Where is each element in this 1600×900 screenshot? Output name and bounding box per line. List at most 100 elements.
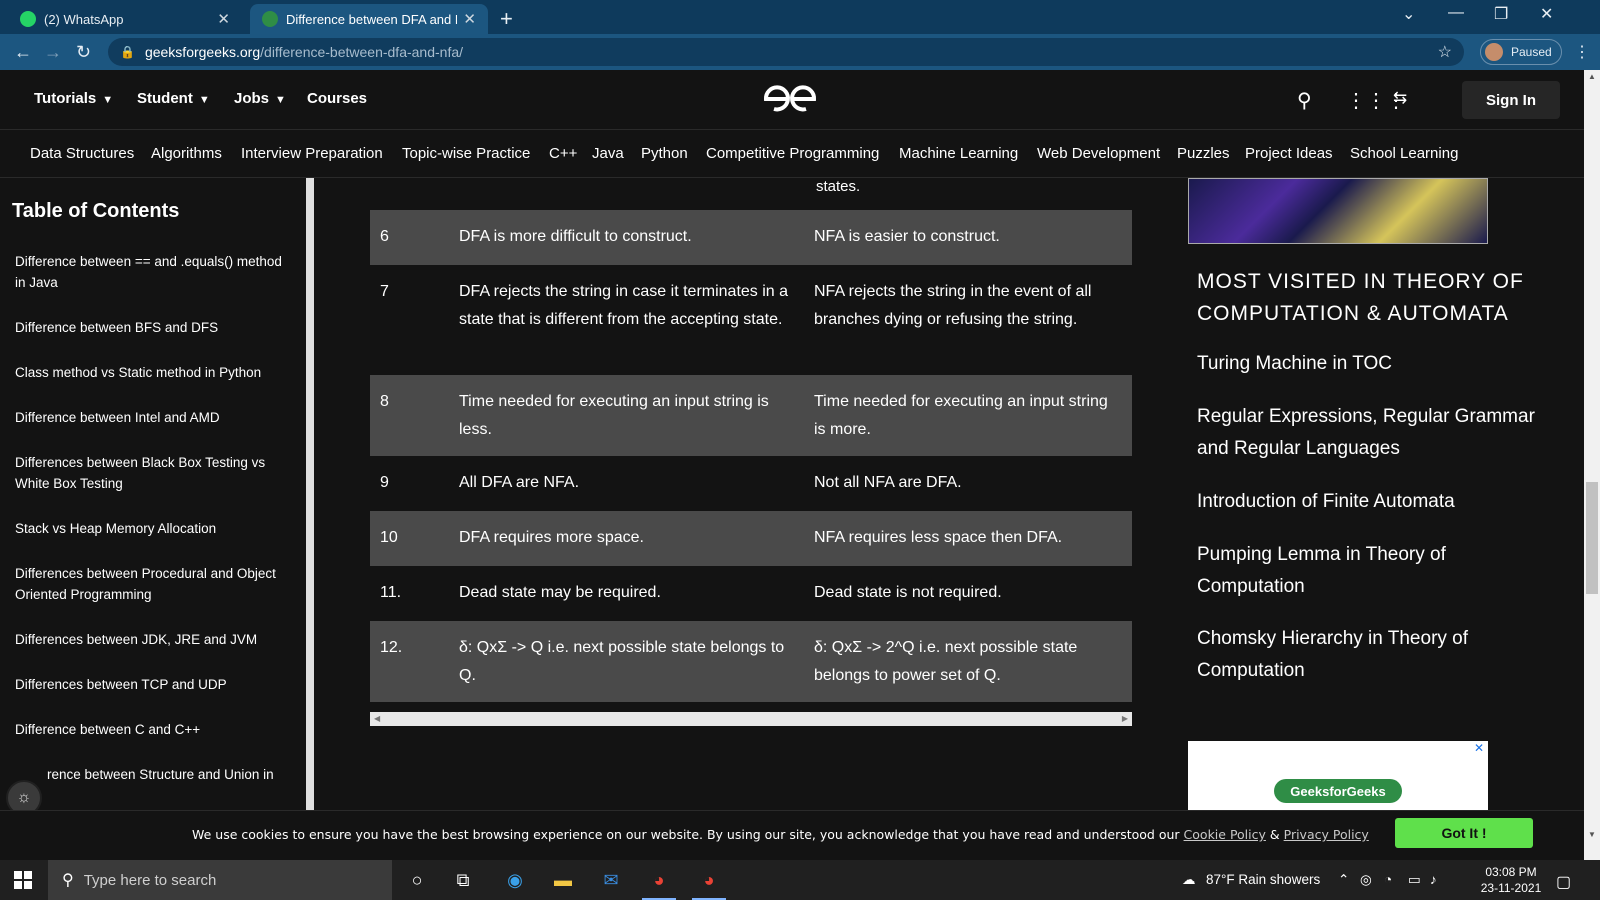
row-number: 6 (380, 228, 389, 245)
nfa-cell: NFA rejects the string in the event of a… (814, 283, 1092, 328)
avatar (1485, 43, 1503, 61)
profile-button[interactable]: Paused (1480, 39, 1562, 65)
toc-scrollbar[interactable] (306, 178, 314, 810)
toc-item[interactable]: Differences between JDK, JRE and JVM (15, 629, 285, 650)
dfa-cell: δ: QxΣ -> Q i.e. next possible state bel… (459, 639, 785, 684)
battery-icon[interactable]: ▭ (1408, 872, 1421, 888)
got-it-button[interactable]: Got It ! (1395, 818, 1533, 848)
ad-gfg-button[interactable]: GeeksforGeeks (1274, 779, 1402, 803)
close-icon[interactable]: ✕ (463, 10, 476, 28)
subnav-competitive-programming[interactable]: Competitive Programming (706, 145, 879, 162)
most-visited-link[interactable]: Turing Machine in TOC (1197, 348, 1557, 380)
file-explorer-icon[interactable]: ▬ (550, 868, 576, 892)
taskbar-search-field[interactable]: ⚲ Type here to search (48, 860, 392, 900)
tab-whatsapp[interactable]: (2) WhatsApp ✕ (8, 4, 242, 34)
subnav-data-structures[interactable]: Data Structures (30, 145, 134, 162)
row-number: 10 (380, 529, 398, 546)
toc-item[interactable]: Differences between Black Box Testing vs… (15, 452, 285, 494)
nav-student[interactable]: Student ▼ (137, 90, 210, 107)
notifications-icon[interactable]: ▢ (1556, 872, 1571, 892)
clock-date: 23-11-2021 (1480, 881, 1542, 895)
ad-close-icon[interactable]: ✕ (1474, 741, 1484, 755)
weather-status[interactable]: 87°F Rain showers (1206, 872, 1320, 887)
toc-item[interactable]: Stack vs Heap Memory Allocation (15, 518, 285, 539)
toc-item[interactable]: Difference between BFS and DFS (15, 317, 285, 338)
most-visited-link[interactable]: Regular Expressions, Regular Grammar and… (1197, 401, 1557, 465)
maximize-icon[interactable]: ❐ (1494, 4, 1508, 24)
table-horizontal-scrollbar[interactable]: ◀ ▶ (370, 712, 1132, 726)
tab-dfa-nfa[interactable]: Difference between DFA and NFA ✕ (250, 4, 488, 34)
reload-icon[interactable]: ↻ (76, 42, 91, 63)
nav-jobs[interactable]: Jobs ▼ (234, 90, 286, 107)
site-header: Tutorials ▼ Student ▼ Jobs ▼ Courses ⚲ ⋮⋮⋮ … (0, 70, 1584, 130)
most-visited-link[interactable]: Pumping Lemma in Theory of Computation (1197, 539, 1557, 603)
new-tab-icon[interactable]: + (500, 6, 513, 32)
nav-courses[interactable]: Courses (307, 90, 367, 107)
subnav-cpp[interactable]: C++ (549, 145, 577, 162)
forward-icon[interactable]: → (44, 42, 62, 63)
minimize-icon[interactable]: — (1448, 4, 1464, 22)
search-icon[interactable]: ⚲ (1297, 88, 1312, 113)
scroll-thumb[interactable] (1586, 482, 1598, 594)
system-clock[interactable]: 03:08 PM 23-11-2021 (1478, 864, 1544, 896)
toc-item[interactable]: Differences between Procedural and Objec… (15, 563, 285, 605)
chrome-icon[interactable]: ◕ (642, 868, 676, 900)
scroll-left-icon[interactable]: ◀ (374, 712, 380, 726)
nav-tutorials[interactable]: Tutorials ▼ (34, 90, 113, 107)
privacy-policy-link[interactable]: Privacy Policy (1284, 827, 1369, 842)
edge-icon[interactable]: ◉ (502, 868, 528, 892)
scroll-up-icon[interactable]: ▲ (1588, 72, 1596, 81)
window-close-icon[interactable]: ✕ (1540, 4, 1553, 24)
subnav-puzzles[interactable]: Puzzles (1177, 145, 1230, 162)
subnav-machine-learning[interactable]: Machine Learning (899, 145, 1018, 162)
bookmark-star-icon[interactable]: ☆ (1438, 42, 1452, 62)
cortana-icon[interactable]: ○ (404, 868, 430, 892)
toc-item[interactable]: Difference between == and .equals() meth… (15, 251, 285, 293)
toc-item[interactable]: Difference between C and C++ (15, 719, 285, 740)
subnav-web-development[interactable]: Web Development (1037, 145, 1160, 162)
scroll-down-icon[interactable]: ▼ (1588, 830, 1596, 839)
toc-item[interactable]: Differences between TCP and UDP (15, 674, 285, 695)
meet-now-icon[interactable]: ◎ (1360, 872, 1372, 888)
taskbar-search-placeholder: Type here to search (83, 871, 217, 889)
sign-in-button[interactable]: Sign In (1462, 81, 1560, 119)
nfa-cell: Not all NFA are DFA. (814, 474, 962, 491)
most-visited-link[interactable]: Chomsky Hierarchy in Theory of Computati… (1197, 623, 1557, 687)
scroll-right-icon[interactable]: ▶ (1122, 712, 1128, 726)
windows-start-icon[interactable] (14, 871, 32, 889)
cookie-policy-link[interactable]: Cookie Policy (1184, 827, 1266, 842)
subnav-interview-preparation[interactable]: Interview Preparation (241, 145, 383, 162)
translate-icon[interactable]: ⇆ (1393, 88, 1407, 108)
tab-search-chevron-icon[interactable]: ⌄ (1402, 4, 1415, 24)
page-scrollbar[interactable]: ▲ ▼ (1584, 70, 1600, 860)
table-row: 6 DFA is more difficult to construct. NF… (370, 210, 1132, 265)
dfa-cell: DFA rejects the string in case it termin… (459, 283, 789, 328)
chrome-profile-icon[interactable]: ◕ (692, 868, 726, 900)
toc-item[interactable]: Class method vs Static method in Python (15, 362, 285, 383)
gfg-logo-icon[interactable] (762, 82, 818, 116)
subnav-algorithms[interactable]: Algorithms (151, 145, 222, 162)
close-icon[interactable]: ✕ (217, 10, 230, 28)
subnav-python[interactable]: Python (641, 145, 688, 162)
promo-banner[interactable] (1188, 178, 1488, 244)
task-view-icon[interactable]: ⧉ (450, 868, 476, 892)
subnav-topic-wise-practice[interactable]: Topic-wise Practice (402, 145, 530, 162)
toc-item[interactable]: Difference between Intel and AMD (15, 407, 285, 428)
windows-taskbar: ⚲ Type here to search ○ ⧉ ◉ ▬ ✉ ◕ ◕ ☁ 87… (0, 860, 1600, 900)
search-icon: ⚲ (62, 872, 74, 889)
back-icon[interactable]: ← (14, 42, 32, 63)
volume-icon[interactable]: ♪ (1430, 872, 1437, 887)
subnav-java[interactable]: Java (592, 145, 624, 162)
most-visited-link[interactable]: Introduction of Finite Automata (1197, 486, 1557, 518)
subnav-school-learning[interactable]: School Learning (1350, 145, 1458, 162)
wifi-icon[interactable]: ◔ (1384, 872, 1392, 887)
url-field[interactable]: 🔒 geeksforgeeks.org/difference-between-d… (108, 38, 1464, 66)
subnav-project-ideas[interactable]: Project Ideas (1245, 145, 1333, 162)
cookie-amp: & (1269, 827, 1280, 842)
mail-icon[interactable]: ✉ (598, 868, 624, 892)
row-number: 9 (380, 474, 389, 491)
toc-item[interactable]: rence between Structure and Union in (47, 764, 297, 785)
browser-menu-icon[interactable]: ⋮ (1574, 42, 1590, 62)
weather-icon[interactable]: ☁ (1182, 872, 1196, 888)
tray-chevron-icon[interactable]: ⌃ (1338, 872, 1349, 888)
